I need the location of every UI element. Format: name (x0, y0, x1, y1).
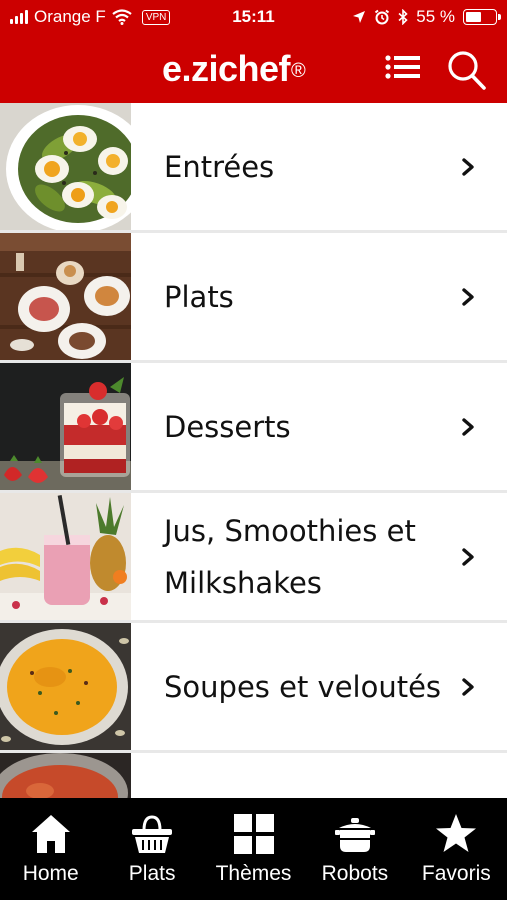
chevron-right-icon (462, 158, 474, 176)
table-plates-photo (0, 233, 131, 360)
tab-label: Home (22, 862, 79, 885)
orange-soup-bowl-photo (0, 623, 131, 750)
tab-favoris[interactable]: Favoris (406, 798, 507, 900)
category-item-plats[interactable]: Plats (0, 233, 507, 360)
battery-percent: 55 % (416, 7, 455, 26)
chevron-right-icon (462, 548, 474, 566)
tab-themes[interactable]: Thèmes (203, 798, 304, 900)
tab-label: Thèmes (215, 862, 292, 885)
category-list: Entrées Plats Desserts Jus, Smoothies et… (0, 103, 507, 798)
bottom-tab-bar: Home Plats Thèmes Robots Favoris (0, 798, 507, 900)
category-label: Plats (164, 279, 234, 314)
alarm-icon (375, 9, 390, 25)
category-label: Entrées (164, 149, 275, 184)
logo-registered-mark: ® (291, 60, 306, 82)
strawberry-trifle-photo (0, 363, 131, 490)
app-logo[interactable]: e.zichef® (162, 48, 306, 90)
tomato-dish-photo (0, 753, 131, 798)
home-icon (31, 815, 70, 853)
category-item-partial[interactable] (0, 753, 507, 798)
search-icon (448, 51, 486, 90)
list-icon (385, 55, 420, 79)
grid-icon (233, 814, 274, 854)
tab-label: Plats (128, 862, 176, 885)
category-label: Soupes et veloutés (164, 669, 442, 704)
status-bar: Orange F VPN 15:11 55 % (0, 0, 507, 34)
tab-label: Robots (321, 862, 389, 885)
basket-icon (132, 815, 173, 853)
menu-button[interactable] (383, 50, 423, 90)
tab-plats[interactable]: Plats (101, 798, 202, 900)
pot-icon (334, 818, 375, 852)
salad-eggs-avocado-photo (0, 103, 131, 230)
tab-robots[interactable]: Robots (304, 798, 405, 900)
category-label: Jus, Smoothies et Milkshakes (164, 513, 416, 600)
category-item-jus-smoothies-milkshakes[interactable]: Jus, Smoothies et Milkshakes (0, 493, 507, 620)
chevron-right-icon (462, 418, 474, 436)
bluetooth-icon (398, 9, 408, 25)
chevron-right-icon (462, 288, 474, 306)
tab-label: Favoris (421, 862, 491, 885)
location-arrow-icon (353, 11, 366, 23)
app-header: e.zichef® (0, 34, 507, 103)
chevron-right-icon (462, 678, 474, 696)
battery-icon (463, 9, 501, 25)
category-item-soupes-veloutes[interactable]: Soupes et veloutés (0, 623, 507, 750)
category-label: Desserts (164, 409, 291, 444)
star-icon (436, 814, 477, 852)
logo-text: e.zichef (162, 48, 291, 89)
battery-fill (466, 12, 482, 22)
search-button[interactable] (446, 50, 486, 90)
category-item-entrees[interactable]: Entrées (0, 103, 507, 230)
category-item-desserts[interactable]: Desserts (0, 363, 507, 490)
pink-smoothie-pineapple-photo (0, 493, 131, 620)
tab-home[interactable]: Home (0, 798, 101, 900)
